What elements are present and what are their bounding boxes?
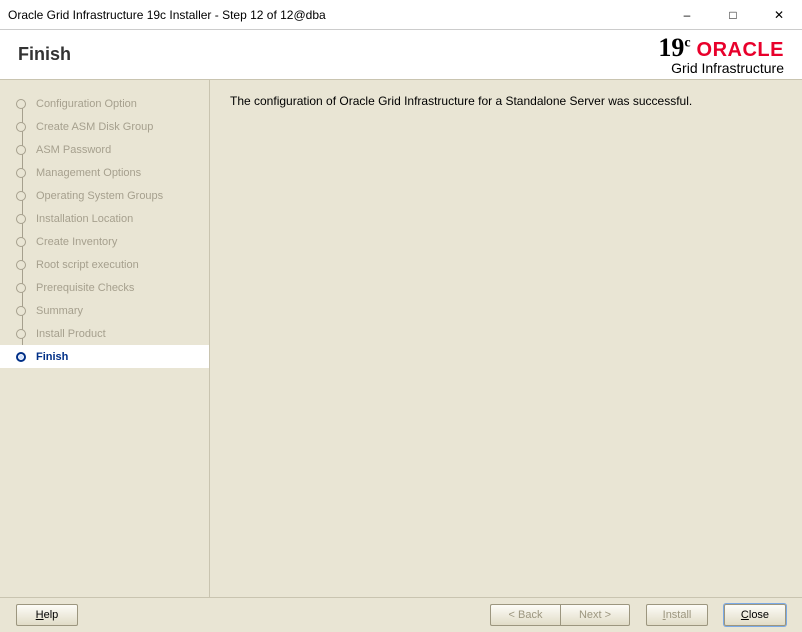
step-root-script-execution: Root script execution [0,253,209,276]
maximize-button[interactable]: □ [710,0,756,30]
step-dot-icon [16,168,26,178]
step-installation-location: Installation Location [0,207,209,230]
step-label: Finish [36,351,68,363]
step-label: Configuration Option [36,98,137,110]
help-button[interactable]: Help [16,604,78,626]
brand-logo: 19c ORACLE Grid Infrastructure [658,35,784,75]
status-message: The configuration of Oracle Grid Infrast… [230,94,782,108]
window-controls: – □ ✕ [664,0,802,30]
step-finish: Finish [0,345,209,368]
step-label: Management Options [36,167,141,179]
step-configuration-option: Configuration Option [0,92,209,115]
brand-product: Grid Infrastructure [658,61,784,75]
step-dot-icon [16,122,26,132]
step-dot-icon [16,283,26,293]
titlebar: Oracle Grid Infrastructure 19c Installer… [0,0,802,30]
minimize-button[interactable]: – [664,0,710,30]
step-dot-icon [16,191,26,201]
footer: Help < Back Next > Install Close [0,597,802,632]
back-button: < Back [490,604,560,626]
step-label: Create Inventory [36,236,117,248]
brand-name: ORACLE [697,40,784,60]
header: Finish 19c ORACLE Grid Infrastructure [0,30,802,80]
step-dot-icon [16,237,26,247]
main-content: The configuration of Oracle Grid Infrast… [210,80,802,597]
step-summary: Summary [0,299,209,322]
nav-button-group: < Back Next > [490,604,630,626]
page-title: Finish [18,44,658,65]
step-label: Prerequisite Checks [36,282,134,294]
close-window-button[interactable]: ✕ [756,0,802,30]
step-dot-icon [16,352,26,362]
next-button: Next > [560,604,630,626]
step-create-inventory: Create Inventory [0,230,209,253]
step-label: Create ASM Disk Group [36,121,153,133]
step-install-product: Install Product [0,322,209,345]
step-dot-icon [16,306,26,316]
install-button: Install [646,604,708,626]
step-label: Installation Location [36,213,133,225]
step-dot-icon [16,145,26,155]
brand-version: 19c [658,35,690,61]
step-operating-system-groups: Operating System Groups [0,184,209,207]
step-dot-icon [16,329,26,339]
step-prerequisite-checks: Prerequisite Checks [0,276,209,299]
step-label: Root script execution [36,259,139,271]
body: Configuration Option Create ASM Disk Gro… [0,80,802,597]
step-asm-password: ASM Password [0,138,209,161]
step-create-asm-disk-group: Create ASM Disk Group [0,115,209,138]
step-dot-icon [16,99,26,109]
step-management-options: Management Options [0,161,209,184]
close-button[interactable]: Close [724,604,786,626]
step-label: Summary [36,305,83,317]
step-label: Install Product [36,328,106,340]
step-dot-icon [16,260,26,270]
step-list: Configuration Option Create ASM Disk Gro… [0,92,209,368]
window-title: Oracle Grid Infrastructure 19c Installer… [8,8,664,22]
step-label: ASM Password [36,144,111,156]
sidebar: Configuration Option Create ASM Disk Gro… [0,80,210,597]
step-dot-icon [16,214,26,224]
step-label: Operating System Groups [36,190,163,202]
